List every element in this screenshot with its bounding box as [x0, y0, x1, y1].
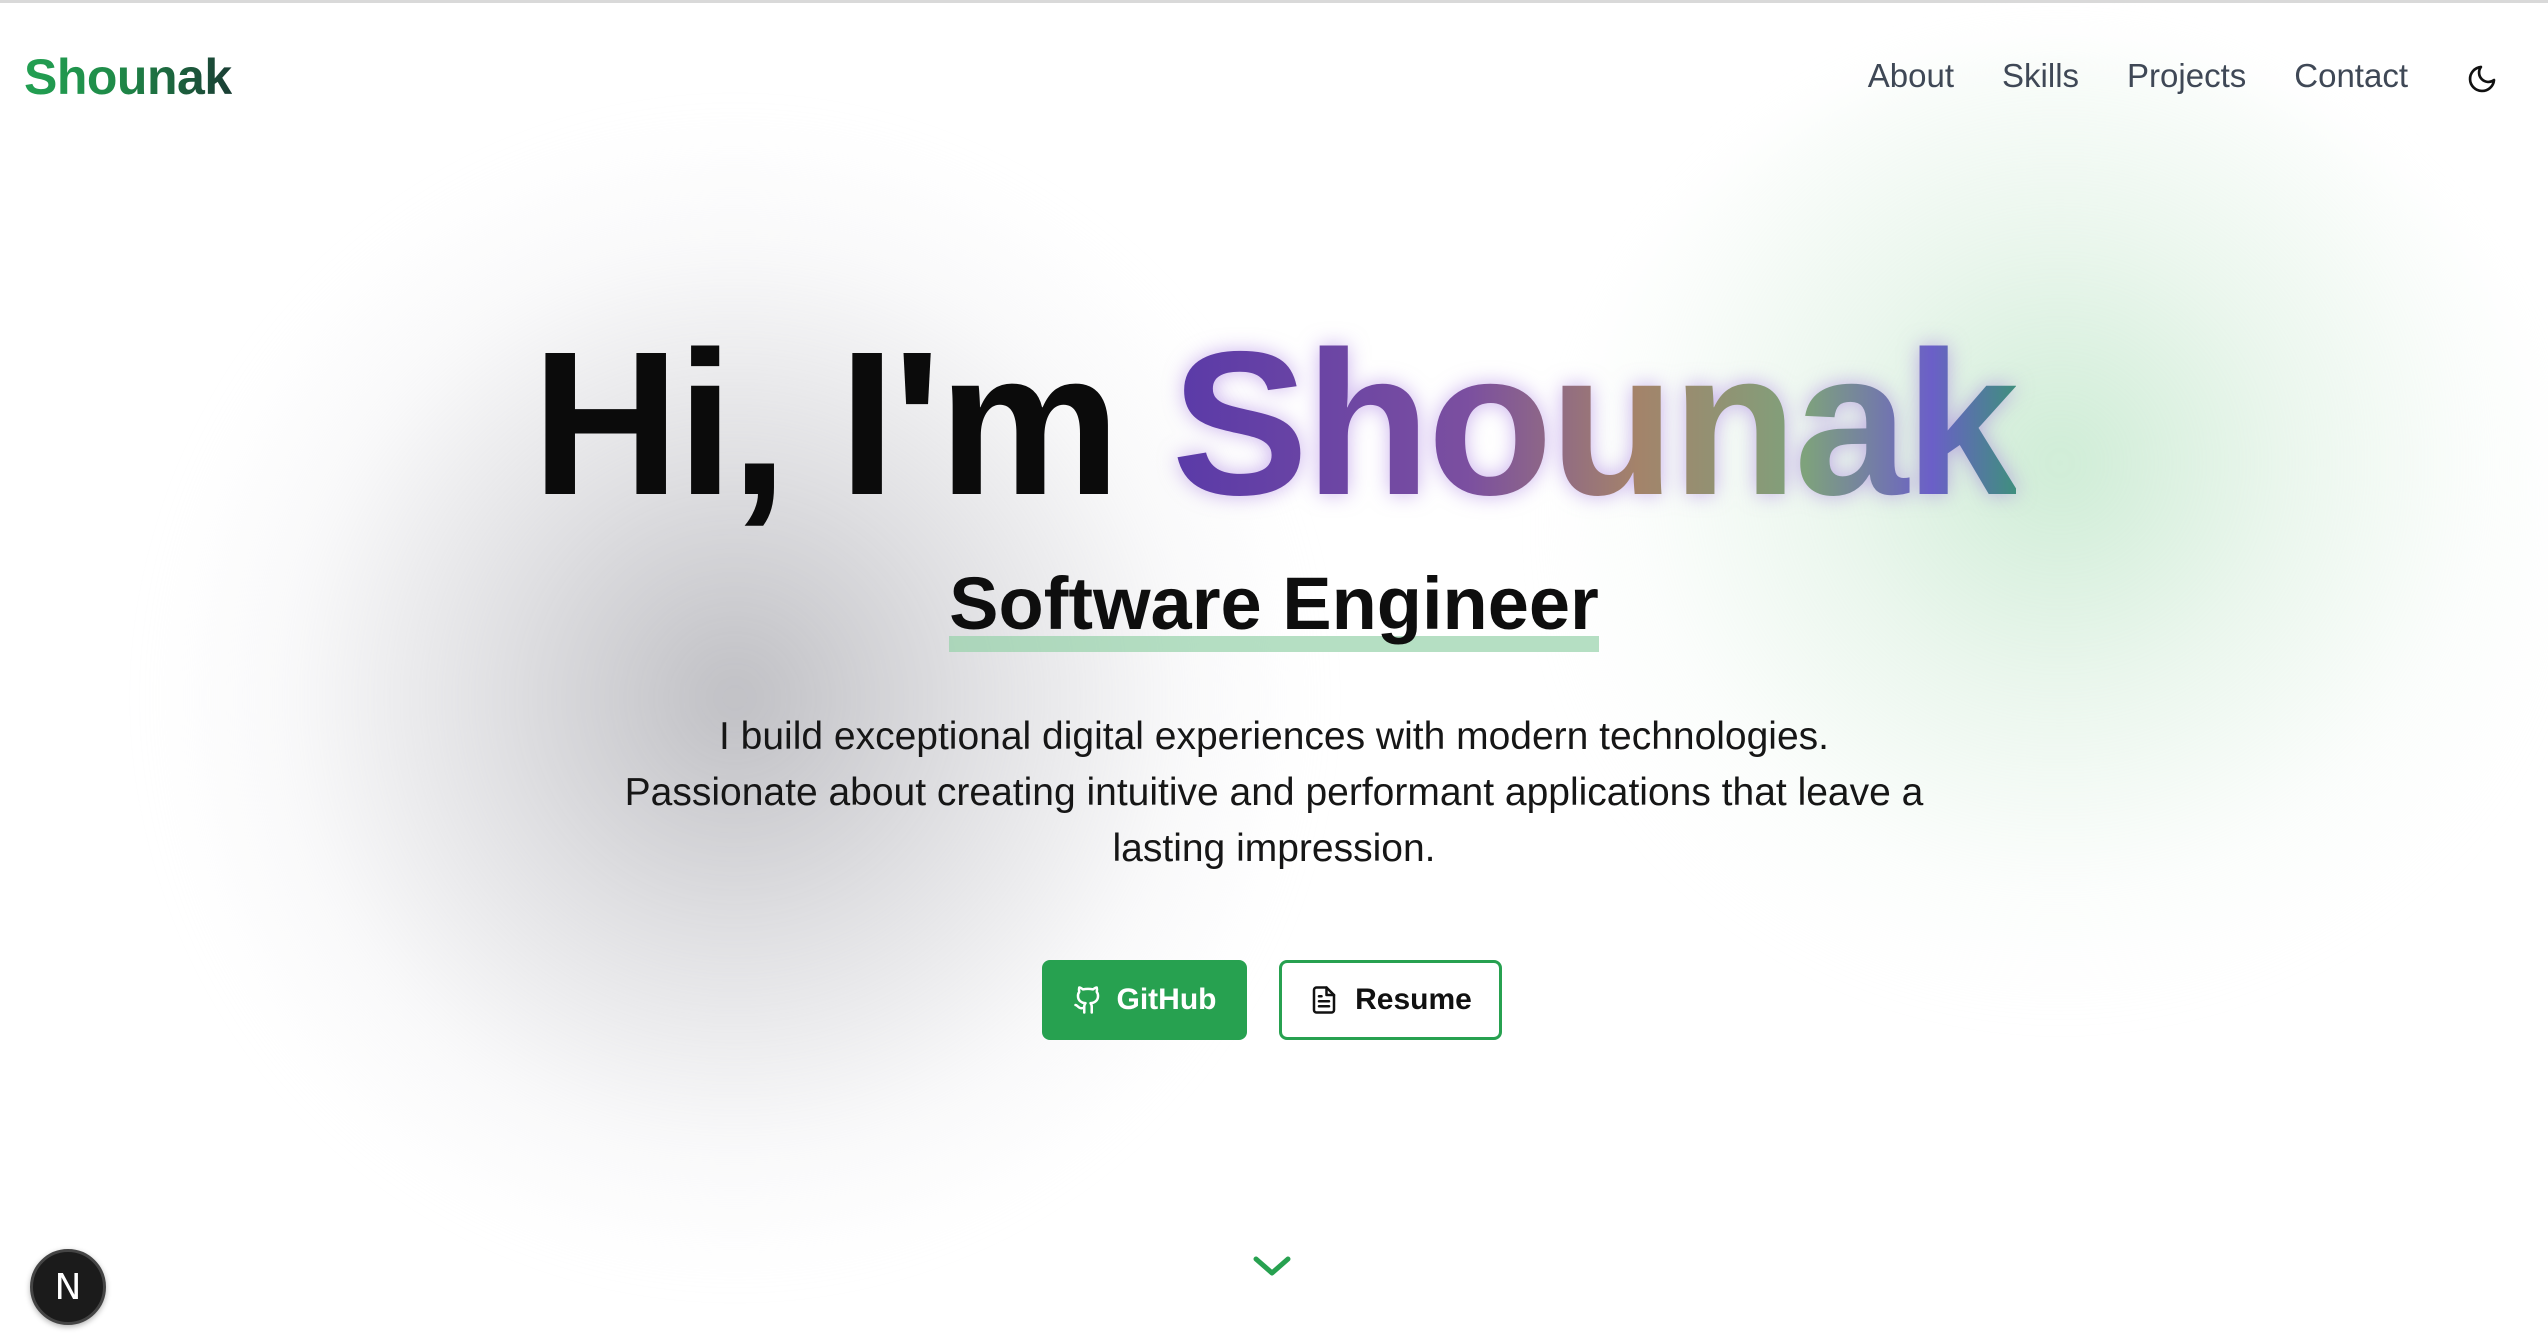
site-logo[interactable]: Shounak	[24, 48, 232, 106]
subtitle-text: Software Engineer	[949, 562, 1599, 645]
document-icon	[1312, 986, 1336, 1014]
page: Shounak About Skills Projects Contact Hi…	[0, 0, 2548, 1340]
nav-link-skills[interactable]: Skills	[2002, 57, 2079, 95]
resume-button[interactable]: Resume	[1279, 960, 1502, 1040]
moon-icon	[2468, 65, 2496, 93]
hero-buttons: GitHub Resume	[1042, 960, 1502, 1040]
hero-description: I build exceptional digital experiences …	[624, 715, 1924, 870]
background-blob-gray	[160, 123, 1310, 1273]
chevron-down-icon	[1253, 1256, 1291, 1276]
nav-link-projects[interactable]: Projects	[2127, 57, 2246, 95]
theme-toggle-button[interactable]	[2462, 59, 2502, 99]
subtitle-container: Software Engineer	[0, 562, 2548, 653]
github-button[interactable]: GitHub	[1042, 960, 1247, 1040]
nextjs-dev-badge[interactable]: N	[30, 1249, 106, 1325]
top-navigation: Shounak About Skills Projects Contact	[0, 3, 2548, 153]
scroll-down-button[interactable]	[1250, 1251, 1294, 1281]
hero-heading: Hi, I'm Shounak	[0, 321, 2548, 526]
nav-link-about[interactable]: About	[1868, 57, 1954, 95]
nav-links: About Skills Projects Contact	[1868, 57, 2408, 95]
nextjs-icon: N	[54, 1266, 82, 1308]
hero-name: Shounak	[1171, 309, 2020, 538]
hero-subtitle: Software Engineer	[949, 562, 1599, 653]
nav-link-contact[interactable]: Contact	[2294, 57, 2408, 95]
hero-greeting: Hi, I'm	[531, 309, 1121, 538]
background-blob-green	[1560, 43, 2548, 1043]
github-button-label: GitHub	[1116, 983, 1217, 1016]
github-icon	[1073, 986, 1099, 1014]
resume-button-label: Resume	[1355, 983, 1472, 1016]
